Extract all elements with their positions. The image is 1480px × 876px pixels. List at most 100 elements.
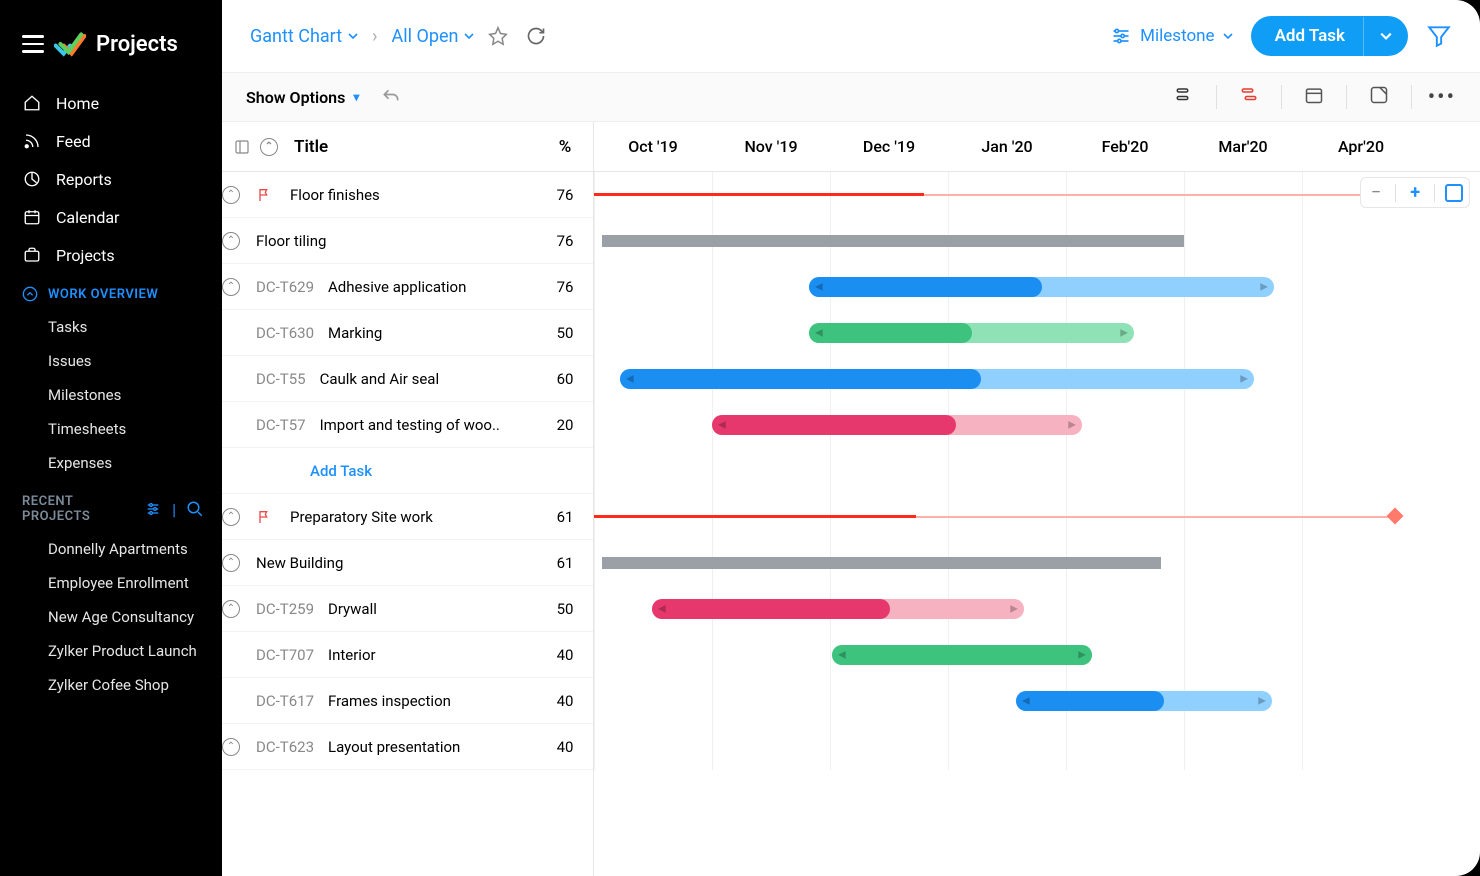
nav-calendar[interactable]: Calendar (0, 198, 222, 236)
gantt-row[interactable]: ◀▶ (594, 356, 1480, 402)
recent-item[interactable]: Employee Enrollment (0, 566, 222, 600)
task-title: Marking (328, 324, 382, 342)
nav-feed[interactable]: Feed (0, 122, 222, 160)
task-code: DC-T55 (256, 370, 306, 388)
more-menu-icon[interactable]: ••• (1428, 85, 1456, 110)
search-icon[interactable] (186, 500, 204, 518)
collapse-icon[interactable]: ⌃ (222, 738, 240, 756)
sub-tasks[interactable]: Tasks (0, 310, 222, 344)
task-row[interactable]: ⌃DC-T630 Marking50 (222, 310, 593, 356)
projects-icon (22, 245, 42, 265)
brand-logo (54, 30, 86, 58)
undo-icon[interactable] (381, 87, 401, 107)
task-bar[interactable]: ◀▶ (620, 369, 1254, 389)
zoom-in-button[interactable]: + (1406, 182, 1424, 203)
summary-bar[interactable] (604, 557, 1159, 569)
nav-list: Home Feed Reports Calendar Projects (0, 84, 222, 274)
breadcrumb: Gantt Chart › All Open (250, 26, 546, 47)
menu-icon[interactable] (22, 35, 44, 53)
sub-expenses[interactable]: Expenses (0, 446, 222, 480)
gantt-row[interactable]: ◀▶ (594, 310, 1480, 356)
sub-milestones[interactable]: Milestones (0, 378, 222, 412)
add-task-button[interactable]: Add Task (1251, 16, 1408, 56)
calendar-tool-icon[interactable] (1298, 81, 1330, 113)
pct-value: 61 (537, 508, 593, 526)
recent-item[interactable]: Zylker Product Launch (0, 634, 222, 668)
task-row[interactable]: ⌃DC-T707 Interior40 (222, 632, 593, 678)
filter-dropdown[interactable]: All Open (392, 26, 475, 47)
task-bar[interactable]: ◀▶ (809, 277, 1274, 297)
collapse-icon[interactable]: ⌃ (222, 186, 240, 204)
refresh-icon[interactable] (526, 26, 546, 46)
task-bar[interactable]: ◀▶ (1016, 691, 1272, 711)
view-dropdown[interactable]: Gantt Chart (250, 26, 358, 47)
task-bar[interactable]: ◀▶ (832, 645, 1092, 665)
gantt-row[interactable] (594, 540, 1480, 586)
nav-label: Reports (56, 170, 112, 189)
sub-issues[interactable]: Issues (0, 344, 222, 378)
work-overview-header[interactable]: WORK OVERVIEW (0, 274, 222, 310)
nav-reports[interactable]: Reports (0, 160, 222, 198)
collapse-all-icon[interactable]: ⌃ (260, 138, 278, 156)
milestone-diamond-icon[interactable] (1387, 508, 1404, 525)
chevron-up-icon (22, 286, 38, 302)
gantt-row[interactable] (594, 172, 1480, 218)
task-bar[interactable]: ◀▶ (712, 415, 1082, 435)
gantt-row[interactable] (594, 494, 1480, 540)
gantt-row[interactable]: ◀▶ (594, 402, 1480, 448)
view-mode-1-icon[interactable] (1168, 82, 1200, 112)
milestone-dropdown[interactable]: Milestone (1110, 26, 1232, 46)
show-options-button[interactable]: Show Options ▾ (246, 88, 359, 107)
add-task-link[interactable]: Add Task (222, 462, 372, 480)
task-bar[interactable]: ◀▶ (652, 599, 1024, 619)
nav-home[interactable]: Home (0, 84, 222, 122)
filter-icon[interactable] (1426, 23, 1452, 49)
recent-item[interactable]: Zylker Cofee Shop (0, 668, 222, 702)
milestone-icon (1110, 26, 1132, 46)
zoom-fit-button[interactable] (1445, 184, 1463, 202)
group-row[interactable]: ⌃Floor tiling76 (222, 218, 593, 264)
collapse-icon[interactable]: ⌃ (222, 278, 240, 296)
gantt-chart[interactable]: Oct '19Nov '19Dec '19Jan '20Feb'20Mar'20… (594, 122, 1480, 876)
task-row[interactable]: ⌃DC-T55 Caulk and Air seal60 (222, 356, 593, 402)
group-row[interactable]: ⌃New Building61 (222, 540, 593, 586)
task-code: DC-T57 (256, 416, 306, 434)
pct-value: 76 (537, 278, 593, 296)
gantt-row[interactable] (594, 218, 1480, 264)
nav-label: Feed (56, 132, 91, 151)
fullscreen-icon[interactable] (1363, 81, 1395, 113)
gantt-row[interactable]: ◀▶ (594, 264, 1480, 310)
collapse-icon[interactable]: ⌃ (222, 508, 240, 526)
nav-projects[interactable]: Projects (0, 236, 222, 274)
pct-value: 50 (537, 600, 593, 618)
sub-timesheets[interactable]: Timesheets (0, 412, 222, 446)
task-row[interactable]: ⌃DC-T259 Drywall50 (222, 586, 593, 632)
task-title: Adhesive application (328, 278, 466, 296)
task-row[interactable]: ⌃DC-T623 Layout presentation40 (222, 724, 593, 770)
task-code: DC-T623 (256, 738, 314, 756)
milestone-row[interactable]: ⌃Floor finishes76 (222, 172, 593, 218)
task-row[interactable]: ⌃DC-T629 Adhesive application76 (222, 264, 593, 310)
collapse-icon[interactable]: ⌃ (222, 600, 240, 618)
add-task-row[interactable]: Add Task (222, 448, 593, 494)
gantt-row[interactable]: ◀▶ (594, 586, 1480, 632)
recent-item[interactable]: Donnelly Apartments (0, 532, 222, 566)
collapse-icon[interactable]: ⌃ (222, 554, 240, 572)
gantt-row[interactable] (594, 448, 1480, 494)
add-task-dropdown[interactable] (1363, 17, 1408, 56)
task-row[interactable]: ⌃DC-T617 Frames inspection40 (222, 678, 593, 724)
columns-icon[interactable] (234, 139, 250, 155)
sliders-icon[interactable] (144, 501, 162, 517)
milestone-row[interactable]: ⌃Preparatory Site work61 (222, 494, 593, 540)
gantt-row[interactable]: ◀▶ (594, 632, 1480, 678)
view-mode-2-icon[interactable] (1233, 82, 1265, 112)
summary-bar[interactable] (604, 235, 1182, 247)
gantt-row[interactable] (594, 724, 1480, 770)
recent-item[interactable]: New Age Consultancy (0, 600, 222, 634)
collapse-icon[interactable]: ⌃ (222, 232, 240, 250)
gantt-row[interactable]: ◀▶ (594, 678, 1480, 724)
star-icon[interactable] (488, 26, 508, 46)
task-bar[interactable]: ◀▶ (809, 323, 1134, 343)
task-row[interactable]: ⌃DC-T57 Import and testing of woo..20 (222, 402, 593, 448)
zoom-out-button[interactable]: − (1367, 182, 1385, 203)
